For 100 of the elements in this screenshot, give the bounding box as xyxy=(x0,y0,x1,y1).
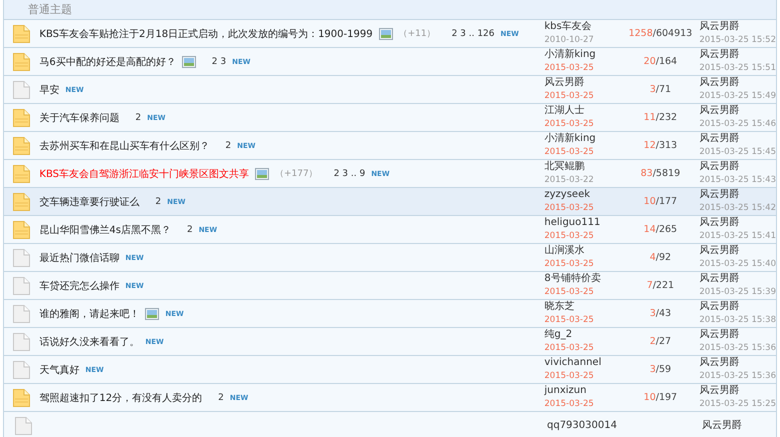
topic-link[interactable]: 车贷还完怎么操作 xyxy=(39,278,120,292)
topic-link[interactable]: 谁的雅阁，请起来吧！ xyxy=(39,306,140,320)
author-name[interactable]: qq793030014 xyxy=(547,418,627,432)
reply-count: 10 xyxy=(644,392,656,403)
page-links[interactable]: 2 xyxy=(218,392,224,402)
topic-link[interactable]: 最近热门微信话聊 xyxy=(39,250,120,264)
post-date: 2015-03-25 xyxy=(544,118,595,131)
last-poster[interactable]: 风云男爵 xyxy=(702,418,742,432)
view-count: /313 xyxy=(656,140,678,151)
view-count: /92 xyxy=(656,252,672,263)
author-name[interactable]: 小清新king xyxy=(544,48,624,62)
author-name[interactable]: 纯g_2 xyxy=(544,328,624,342)
image-count: （+177） xyxy=(274,168,318,180)
topic-link[interactable]: 交车辆违章要行驶证么 xyxy=(39,194,140,208)
view-count: /197 xyxy=(656,392,678,403)
author-name[interactable]: vivichannel xyxy=(544,356,624,370)
author-name[interactable]: 北冥鲲鹏 xyxy=(544,160,624,174)
post-date: 2015-03-25 xyxy=(544,230,595,243)
topic-link[interactable]: KBS车友会车贴抢注于2月18日正式启动，此次发放的编号为：1900-1999 xyxy=(39,26,373,40)
last-reply-time: 2015-03-25 15:46 xyxy=(699,118,776,131)
document-icon xyxy=(13,248,30,266)
page-links[interactable]: 2 3 xyxy=(212,56,226,66)
view-count: /221 xyxy=(652,280,674,291)
last-reply-time: 2015-03-25 15:39 xyxy=(699,286,776,299)
topic-row[interactable]: qq793030014 风云男爵 xyxy=(4,412,776,437)
last-poster[interactable]: 风云男爵 xyxy=(699,300,776,314)
last-poster[interactable]: 风云男爵 xyxy=(699,328,776,342)
page-links[interactable]: 2 xyxy=(186,224,193,234)
page-links[interactable]: 2 xyxy=(155,196,162,206)
topic-link[interactable]: KBS车友会自驾游浙江临安十门峡景区图文共享 xyxy=(39,166,249,180)
reply-count: 3 xyxy=(650,308,656,319)
author-name[interactable]: 江湖人士 xyxy=(544,104,624,118)
last-poster[interactable]: 风云男爵 xyxy=(699,244,776,258)
topic-link[interactable]: 去苏州买车和在昆山买车有什么区别？ xyxy=(39,138,210,152)
topic-link[interactable]: 天气真好 xyxy=(39,362,80,376)
last-poster[interactable]: 风云男爵 xyxy=(699,272,776,286)
post-date: 2010-10-27 xyxy=(544,34,595,47)
last-reply-time: 2015-03-25 15:42 xyxy=(699,202,776,215)
topic-link[interactable]: 马6买中配的好还是高配的好？ xyxy=(39,54,176,68)
author-name[interactable]: 8号铺特价卖 xyxy=(544,272,624,286)
author-name[interactable]: kbs车友会 xyxy=(544,20,624,34)
document-icon xyxy=(13,276,30,294)
last-poster[interactable]: 风云男爵 xyxy=(699,48,776,62)
post-date: 2015-03-25 xyxy=(544,90,595,103)
page-links[interactable]: 2 xyxy=(225,140,232,150)
page-links[interactable]: 2 xyxy=(135,112,142,122)
last-poster[interactable]: 风云男爵 xyxy=(699,216,776,230)
view-count: /71 xyxy=(656,84,672,95)
section-title: 普通主题 xyxy=(28,2,72,17)
topic-link[interactable]: 驾照超速扣了12分，有没有人卖分的 xyxy=(39,390,202,404)
folder-icon xyxy=(13,52,30,70)
folder-icon xyxy=(13,164,30,182)
last-reply-time: 2015-03-25 15:36 xyxy=(699,370,776,383)
author-name[interactable]: zyzyseek xyxy=(544,188,624,202)
last-poster[interactable]: 风云男爵 xyxy=(699,384,776,398)
author-name[interactable]: 风云男爵 xyxy=(544,76,624,90)
post-date: 2015-03-22 xyxy=(544,174,595,187)
post-date: 2015-03-25 xyxy=(544,398,595,411)
post-date: 2015-03-25 xyxy=(544,342,595,355)
last-reply-time: 2015-03-25 15:40 xyxy=(699,258,776,271)
topic-link[interactable]: 昆山华阳雪佛兰4s店黑不黑？ xyxy=(39,222,171,236)
post-date: 2015-03-25 xyxy=(544,146,595,159)
author-name[interactable]: 山涧溪水 xyxy=(544,244,624,258)
reply-count: 12 xyxy=(644,140,656,151)
last-poster[interactable]: 风云男爵 xyxy=(699,356,776,370)
author-name[interactable]: heliguo111 xyxy=(544,216,624,230)
view-count: /232 xyxy=(656,112,678,123)
page-links[interactable]: 2 3 .. 9 xyxy=(334,168,366,178)
reply-count: 10 xyxy=(644,196,656,207)
author-name[interactable]: 晓东芝 xyxy=(544,300,624,314)
reply-count: 3 xyxy=(650,364,656,375)
last-reply-time: 2015-03-25 15:51 xyxy=(699,62,776,75)
view-count: /177 xyxy=(656,196,678,207)
author-name[interactable]: junxizun xyxy=(544,384,624,398)
document-icon xyxy=(14,416,32,434)
page-links[interactable]: 2 3 .. 126 xyxy=(452,28,495,38)
image-count: （+11） xyxy=(398,28,436,40)
view-count: /604913 xyxy=(652,28,692,39)
last-reply-time: 2015-03-25 15:41 xyxy=(699,230,776,243)
last-poster[interactable]: 风云男爵 xyxy=(699,104,776,118)
document-icon xyxy=(13,332,30,350)
author-name[interactable]: 小清新king xyxy=(544,132,624,146)
post-date: 2015-03-25 xyxy=(544,286,595,299)
view-count: /5819 xyxy=(652,168,680,179)
folder-icon xyxy=(13,388,30,406)
topic-link[interactable]: 话说好久没来看看了。 xyxy=(39,334,140,348)
folder-icon xyxy=(13,108,30,126)
topic-link[interactable]: 早安 xyxy=(39,82,60,96)
reply-count: 1258 xyxy=(628,28,653,39)
last-poster[interactable]: 风云男爵 xyxy=(699,188,776,202)
last-poster[interactable]: 风云男爵 xyxy=(699,76,776,90)
last-poster[interactable]: 风云男爵 xyxy=(699,20,776,34)
reply-count: 20 xyxy=(644,56,656,67)
view-count: /43 xyxy=(656,308,672,319)
view-count: /265 xyxy=(656,224,678,235)
last-poster[interactable]: 风云男爵 xyxy=(699,132,776,146)
post-date: 2015-03-25 xyxy=(544,202,595,215)
topic-link[interactable]: 关于汽车保养问题 xyxy=(39,110,120,124)
post-date: 2015-03-25 xyxy=(544,314,595,327)
last-poster[interactable]: 风云男爵 xyxy=(699,160,776,174)
